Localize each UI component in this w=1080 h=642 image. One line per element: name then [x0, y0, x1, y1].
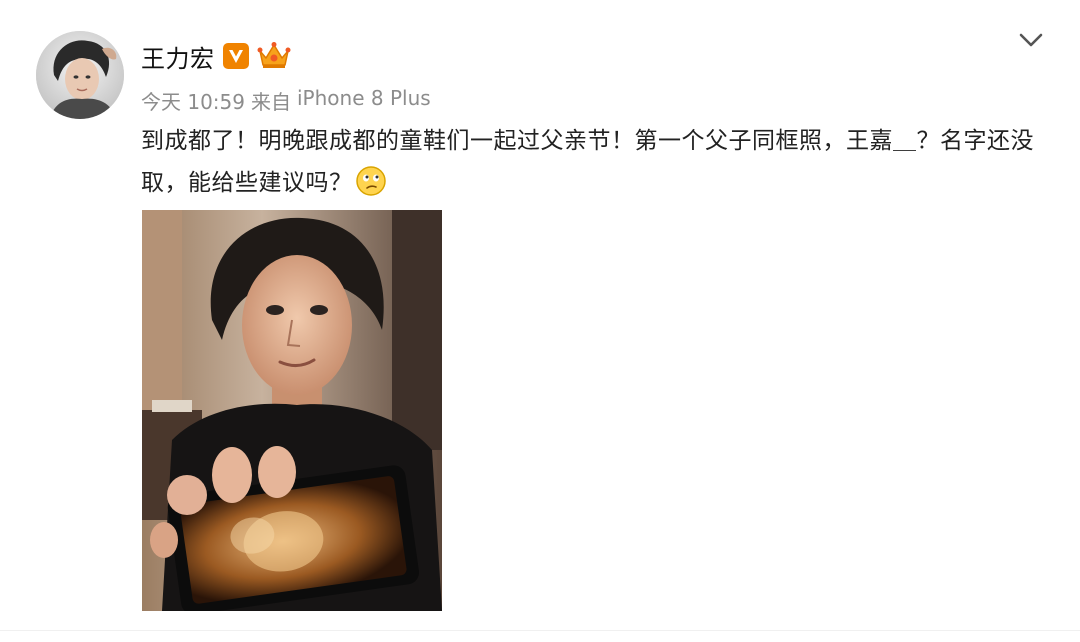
weibo-post: 王力宏 今天 10:59 来自 iPhone 8 Plus 到成都了！明晚跟成都… [0, 0, 1080, 642]
thinking-face-emoji-icon [355, 165, 387, 197]
avatar[interactable] [36, 31, 124, 119]
chevron-down-icon[interactable] [1016, 28, 1046, 52]
verified-v-icon [222, 43, 249, 69]
crown-member-icon[interactable] [257, 41, 291, 71]
author-row: 王力宏 [141, 38, 291, 74]
source-prefix: 来自 [251, 90, 291, 114]
post-photo[interactable] [142, 210, 442, 611]
source-device[interactable]: iPhone 8 Plus [297, 86, 431, 115]
post-time[interactable]: 今天 10:59 [141, 86, 245, 115]
post-text: 到成都了！明晚跟成都的童鞋们一起过父亲节！第一个父子同框照，王嘉＿？名字还没取，… [141, 128, 1034, 196]
divider [0, 630, 1080, 631]
author-name[interactable]: 王力宏 [141, 39, 215, 74]
post-meta: 今天 10:59 来自 iPhone 8 Plus [141, 86, 431, 115]
post-text-container: 到成都了！明晚跟成都的童鞋们一起过父亲节！第一个父子同框照，王嘉＿？名字还没取，… [141, 120, 1041, 204]
